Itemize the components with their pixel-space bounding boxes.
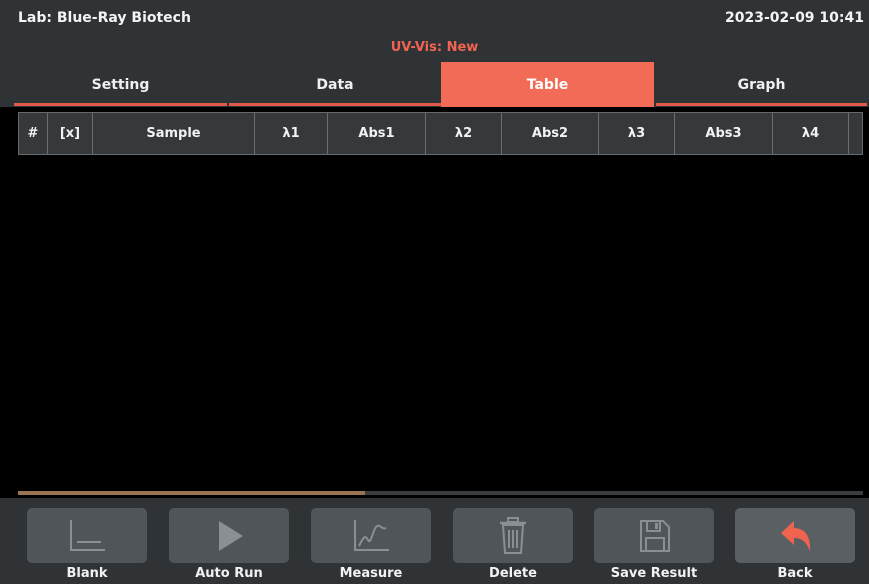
results-table-header: # [x] Sample λ1 Abs1 λ2 Abs2 λ3 Abs3 λ4 xyxy=(18,112,863,155)
tab-setting[interactable]: Setting xyxy=(14,62,227,107)
trash-icon xyxy=(500,516,526,554)
column-header-sample[interactable]: Sample xyxy=(93,113,255,154)
column-header-lambda3[interactable]: λ3 xyxy=(599,113,675,154)
results-table-body xyxy=(18,155,863,490)
auto-run-label: Auto Run xyxy=(195,566,263,581)
blank-label: Blank xyxy=(66,566,108,581)
back-label: Back xyxy=(777,566,813,581)
floppy-disk-icon xyxy=(640,519,670,552)
tab-bar: Setting Data Table Graph xyxy=(0,62,869,107)
column-header-abs3[interactable]: Abs3 xyxy=(675,113,773,154)
horizontal-scrollbar[interactable] xyxy=(18,491,863,495)
tab-data-label: Data xyxy=(316,76,354,93)
play-icon xyxy=(219,520,243,551)
date-time: 2023-02-09 10:41 xyxy=(725,10,864,26)
back-button[interactable]: Back xyxy=(735,508,855,582)
measure-button[interactable]: Measure xyxy=(311,508,431,582)
delete-label: Delete xyxy=(489,566,537,581)
tab-table[interactable]: Table xyxy=(441,62,654,107)
blank-button[interactable]: Blank xyxy=(27,508,147,582)
column-header-lambda4[interactable]: λ4 xyxy=(773,113,849,154)
tab-table-label: Table xyxy=(526,76,569,93)
save-result-button[interactable]: Save Result xyxy=(594,508,714,582)
scrollbar-thumb[interactable] xyxy=(18,491,365,495)
column-header-select[interactable]: [x] xyxy=(48,113,93,154)
column-header-lambda2[interactable]: λ2 xyxy=(426,113,502,154)
tab-underline xyxy=(14,103,227,106)
spectrum-chart-icon xyxy=(354,519,389,551)
tab-underline xyxy=(656,103,867,106)
column-header-abs2[interactable]: Abs2 xyxy=(502,113,599,154)
mode-title: UV-Vis: New xyxy=(390,40,479,55)
tab-underline xyxy=(229,103,441,106)
column-header-lambda1[interactable]: λ1 xyxy=(255,113,328,154)
tab-setting-label: Setting xyxy=(91,76,150,93)
tab-graph[interactable]: Graph xyxy=(656,62,867,107)
column-header-index[interactable]: # xyxy=(19,113,48,154)
baseline-icon xyxy=(70,519,105,551)
back-arrow-icon xyxy=(781,520,811,551)
save-result-label: Save Result xyxy=(610,566,698,581)
lab-name: Lab: Blue-Ray Biotech xyxy=(18,10,191,26)
auto-run-button[interactable]: Auto Run xyxy=(169,508,289,582)
delete-button[interactable]: Delete xyxy=(453,508,573,582)
tab-graph-label: Graph xyxy=(737,76,786,93)
column-header-abs1[interactable]: Abs1 xyxy=(328,113,426,154)
measure-label: Measure xyxy=(339,566,403,581)
title-bar: Lab: Blue-Ray Biotech 2023-02-09 10:41 U… xyxy=(0,0,869,62)
tab-data[interactable]: Data xyxy=(229,62,441,107)
action-toolbar: Blank Auto Run Measure Delete Save Resul… xyxy=(0,498,869,584)
